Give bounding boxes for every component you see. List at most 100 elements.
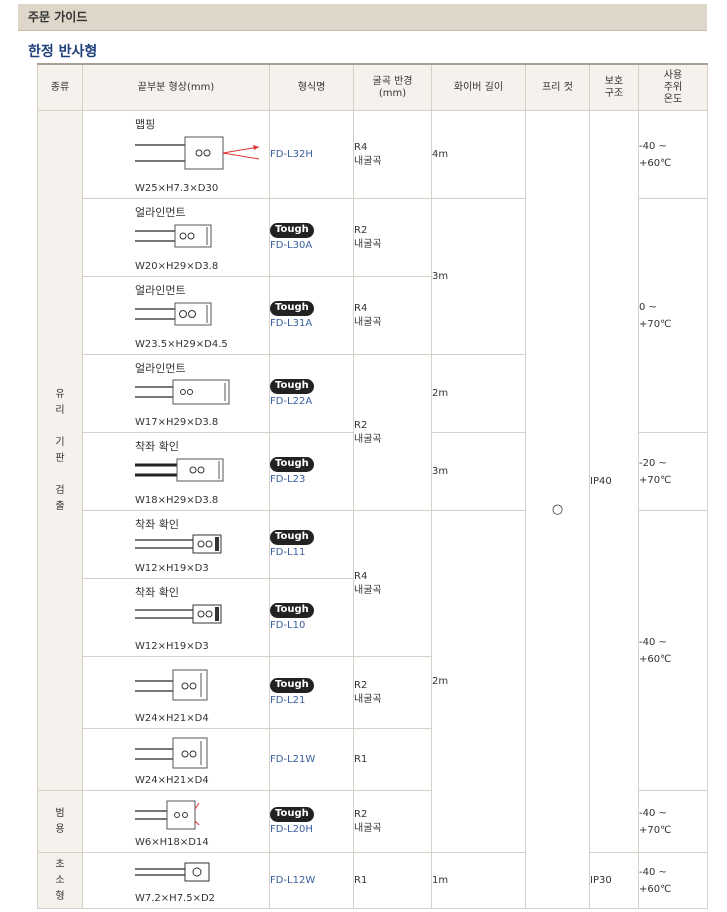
alignment-head-icon <box>135 302 212 326</box>
header-free-cut: 프리 컷 <box>525 63 590 111</box>
temp-min: -20 ~ <box>639 457 667 469</box>
bend-radius: R4 <box>354 570 368 582</box>
shape-cell: 착좌 확인 W18×H29×D3.8 <box>82 432 270 511</box>
temp-cell: -40 ~ +70℃ <box>638 790 708 853</box>
bend-radius: R1 <box>354 874 368 886</box>
temp-max: +60℃ <box>639 883 672 895</box>
bend-radius: R2 <box>354 808 368 820</box>
bend-cell: R4 내굴곡 <box>353 276 432 355</box>
shape-dims: W20×H29×D3.8 <box>135 261 219 272</box>
header-shape: 끝부분 형상(mm) <box>82 63 270 111</box>
shape-dims: W24×H21×D4 <box>135 775 209 786</box>
bend-type: 내굴곡 <box>354 693 382 705</box>
mapping-head-icon <box>135 136 260 170</box>
table-row: 초 소 형 W7.2×H7.5×D2 FD-L12W R1 1m IP30 -4… <box>37 852 708 909</box>
shape-cell: W24×H21×D4 <box>82 656 270 729</box>
bend-radius: R4 <box>354 141 368 153</box>
tough-badge: Tough <box>270 530 314 545</box>
bend-radius: R2 <box>354 419 368 431</box>
shape-dims: W12×H19×D3 <box>135 641 209 652</box>
bend-cell: R1 <box>353 852 432 909</box>
free-cut-symbol: ○ <box>551 502 564 517</box>
model-cell: Tough FD-L31A <box>269 276 354 355</box>
tough-badge: Tough <box>270 223 314 238</box>
shape-dims: W24×H21×D4 <box>135 713 209 724</box>
bend-cell: R2 내굴곡 <box>353 198 432 277</box>
model-cell: Tough FD-L20H <box>269 790 354 853</box>
seating-head-icon <box>135 604 222 624</box>
temp-max: +60℃ <box>639 653 672 665</box>
shape-cell: W24×H21×D4 <box>82 728 270 791</box>
tough-badge: Tough <box>270 603 314 618</box>
bend-type: 내굴곡 <box>354 822 382 834</box>
header-temp: 사용 주위 온도 <box>638 63 708 111</box>
table-row: 유 리 기 판 검 출 맵핑 W25×H7.3×D30 FD-L32H R4 내… <box>37 110 708 909</box>
length-cell: 3m <box>431 432 526 511</box>
shape-name: 착좌 확인 <box>135 518 179 531</box>
bend-cell: R2 내굴곡 <box>353 656 432 729</box>
header-length: 화이버 길이 <box>431 63 526 111</box>
temp-min: -40 ~ <box>639 866 667 878</box>
model-cell: Tough FD-L23 <box>269 432 354 511</box>
shape-name: 착좌 확인 <box>135 440 179 453</box>
bend-radius: R2 <box>354 679 368 691</box>
header-type: 종류 <box>37 63 83 111</box>
length-cell: 4m <box>431 110 526 199</box>
shape-name: 얼라인먼트 <box>135 206 186 219</box>
seating-head-icon <box>135 534 222 554</box>
bend-radius: R1 <box>354 753 368 765</box>
tough-badge: Tough <box>270 678 314 693</box>
shape-cell: 얼라인먼트 W20×H29×D3.8 <box>82 198 270 277</box>
seating-head-icon <box>135 458 224 482</box>
temp-cell: -40 ~ +60℃ <box>638 510 708 791</box>
header-protection: 보호 구조 <box>589 63 639 111</box>
temp-min: -40 ~ <box>639 140 667 152</box>
model-cell: FD-L21W <box>269 728 354 791</box>
length-cell: 2m <box>431 354 526 433</box>
header-bend: 굴곡 반경 (mm) <box>353 63 432 111</box>
model-name: FD-L10 <box>270 620 306 631</box>
model-name: FD-L23 <box>270 474 306 485</box>
shape-name: 얼라인먼트 <box>135 362 186 375</box>
block-head-icon <box>135 669 208 701</box>
bend-type: 내굴곡 <box>354 584 382 596</box>
spec-table: 종류 끝부분 형상(mm) 형식명 굴곡 반경 (mm) 화이버 길이 프리 컷… <box>37 63 708 909</box>
temp-cell: 0 ~ +70℃ <box>638 198 708 433</box>
section-title: 한정 반사형 <box>28 44 98 60</box>
model-name: FD-L12W <box>270 875 316 886</box>
shape-dims: W23.5×H29×D4.5 <box>135 339 228 350</box>
bend-cell: R2 내굴곡 <box>353 354 432 511</box>
alignment-head-icon <box>135 379 230 405</box>
shape-cell: 얼라인먼트 W17×H29×D3.8 <box>82 354 270 433</box>
tough-badge: Tough <box>270 301 314 316</box>
temp-max: +70℃ <box>639 474 672 486</box>
length-cell: 1m <box>431 852 526 909</box>
shape-cell: 맵핑 W25×H7.3×D30 <box>82 110 270 199</box>
tough-badge: Tough <box>270 807 314 822</box>
model-name: FD-L11 <box>270 547 306 558</box>
model-cell: FD-L32H <box>269 110 354 199</box>
temp-cell: -40 ~ +60℃ <box>638 852 708 909</box>
type-general: 범 용 <box>37 790 83 853</box>
model-name: FD-L21 <box>270 695 306 706</box>
model-cell: Tough FD-L30A <box>269 198 354 277</box>
model-cell: Tough FD-L11 <box>269 510 354 579</box>
tough-badge: Tough <box>270 457 314 472</box>
shape-cell: 얼라인먼트 W23.5×H29×D4.5 <box>82 276 270 355</box>
temp-max: +60℃ <box>639 157 672 169</box>
protection-cell: IP30 <box>589 852 639 909</box>
shape-dims: W25×H7.3×D30 <box>135 183 219 194</box>
tough-badge: Tough <box>270 379 314 394</box>
model-name: FD-L20H <box>270 824 313 835</box>
bend-cell: R4 내굴곡 <box>353 110 432 199</box>
temp-cell: -20 ~ +70℃ <box>638 432 708 511</box>
bend-radius: R4 <box>354 302 368 314</box>
shape-name: 얼라인먼트 <box>135 284 186 297</box>
shape-cell: 착좌 확인 W12×H19×D3 <box>82 578 270 657</box>
shape-cell: 착좌 확인 W12×H19×D3 <box>82 510 270 579</box>
bend-type: 내굴곡 <box>354 155 382 167</box>
bend-radius: R2 <box>354 224 368 236</box>
shape-dims: W17×H29×D3.8 <box>135 417 219 428</box>
free-cut-cell: ○ <box>525 110 590 909</box>
bend-type: 내굴곡 <box>354 316 382 328</box>
